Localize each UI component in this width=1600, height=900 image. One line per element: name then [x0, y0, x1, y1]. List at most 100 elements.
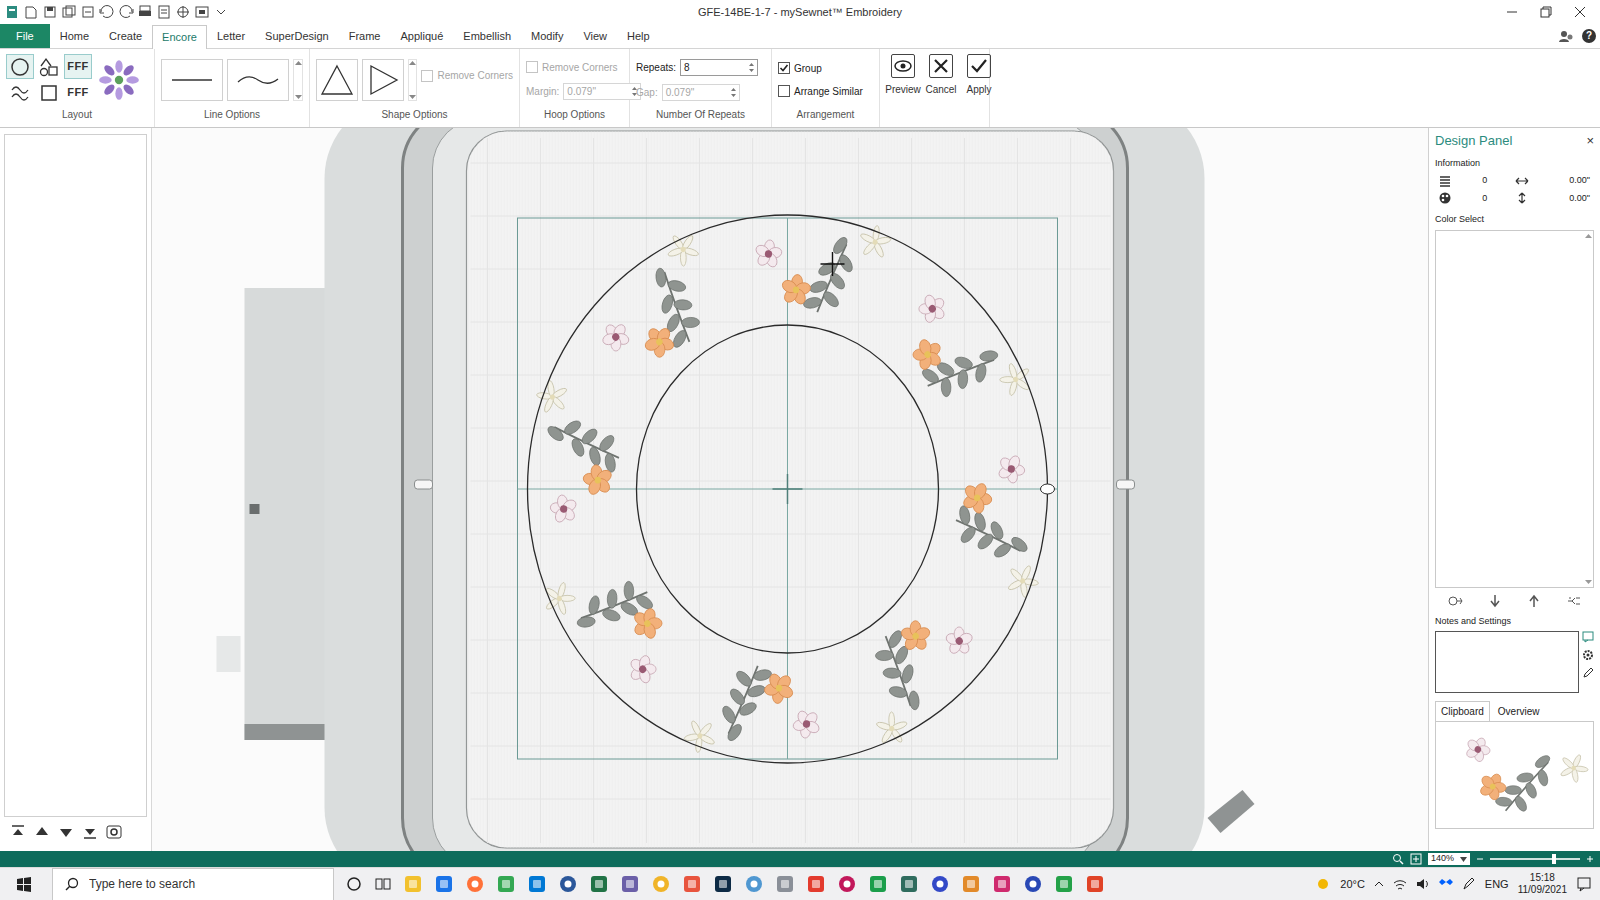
help-button[interactable]: ? — [1582, 29, 1596, 43]
pencil-icon[interactable] — [1582, 667, 1594, 679]
minimize-icon[interactable] — [1506, 6, 1518, 18]
layout-option[interactable] — [35, 80, 63, 105]
network-icon[interactable] — [1393, 877, 1407, 891]
checkbox[interactable] — [778, 62, 790, 74]
app-icon[interactable] — [404, 875, 422, 893]
ribbon-tab[interactable]: Modify — [521, 24, 573, 48]
quick-access-icon[interactable] — [118, 4, 134, 20]
resize-handle[interactable] — [1041, 484, 1055, 494]
app-icon[interactable] — [776, 875, 794, 893]
quick-access-icon[interactable] — [80, 4, 96, 20]
quick-access-icon[interactable] — [61, 4, 77, 20]
outer-circle-guide[interactable] — [528, 215, 1048, 763]
start-button[interactable] — [0, 876, 48, 892]
language-indicator[interactable]: ENG — [1485, 876, 1509, 893]
search-input[interactable] — [87, 874, 307, 894]
pen-icon[interactable] — [1462, 877, 1476, 891]
app-icon[interactable] — [683, 875, 701, 893]
app-icon[interactable] — [900, 875, 918, 893]
quick-access-icon[interactable] — [99, 4, 115, 20]
app-icon[interactable] — [590, 875, 608, 893]
arrange-similar-checkbox[interactable]: Arrange Similar — [778, 84, 863, 99]
repeats-field[interactable]: 8 — [680, 59, 758, 76]
quick-access-icon[interactable] — [175, 4, 191, 20]
move-down-color-icon[interactable] — [1487, 593, 1503, 609]
layout-option[interactable]: FFF — [64, 54, 92, 79]
app-icon[interactable] — [528, 875, 546, 893]
ribbon-tab[interactable]: Encore — [152, 25, 207, 49]
hoop-canvas[interactable] — [152, 128, 1428, 851]
ribbon-tab[interactable]: View — [573, 24, 617, 48]
notes-icon[interactable] — [1582, 631, 1594, 643]
app-icon[interactable] — [1055, 875, 1073, 893]
quick-access-icon[interactable] — [156, 4, 172, 20]
ribbon-tab[interactable]: Appliqué — [390, 24, 453, 48]
clock[interactable]: 15:1811/09/2021 — [1518, 872, 1567, 896]
embroidery-motifs[interactable] — [520, 208, 1055, 769]
app-icon[interactable] — [559, 875, 577, 893]
zoom-fit-icon[interactable] — [1410, 853, 1422, 865]
layout-option[interactable] — [35, 54, 63, 79]
apply-button[interactable]: Apply — [962, 54, 996, 97]
notifications-icon[interactable] — [1576, 876, 1592, 892]
wave-line-option[interactable] — [227, 59, 289, 101]
ribbon-tab[interactable]: Help — [617, 24, 660, 48]
quick-access-icon[interactable] — [194, 4, 210, 20]
app-icon[interactable] — [652, 875, 670, 893]
panel-tab[interactable]: Overview — [1492, 701, 1546, 722]
scroll-up-icon[interactable] — [1585, 233, 1592, 239]
move-to-top-icon[interactable] — [10, 824, 26, 840]
gear-icon[interactable] — [1582, 649, 1594, 661]
app-icon[interactable] — [745, 875, 763, 893]
app-icon[interactable] — [497, 875, 515, 893]
restore-icon[interactable] — [1540, 6, 1552, 18]
move-up-color-icon[interactable] — [1526, 593, 1542, 609]
layout-option[interactable]: FFF — [64, 80, 92, 105]
app-icon[interactable] — [869, 875, 887, 893]
preview-button[interactable]: Preview — [886, 54, 920, 97]
ribbon-tab[interactable]: Embellish — [453, 24, 521, 48]
account-icon[interactable] — [1558, 28, 1574, 44]
quick-access-icon[interactable] — [213, 4, 229, 20]
ribbon-tab[interactable]: Frame — [339, 24, 391, 48]
zoom-in-icon[interactable] — [1586, 855, 1594, 863]
ribbon-tab[interactable]: File — [0, 24, 50, 48]
scroll-up-icon[interactable] — [295, 60, 302, 66]
zoom-select[interactable]: 140% — [1428, 853, 1470, 865]
quick-access-icon[interactable] — [23, 4, 39, 20]
ribbon-tab[interactable]: Create — [99, 24, 152, 48]
canvas[interactable] — [152, 128, 1428, 851]
cancel-button[interactable]: Cancel — [924, 54, 958, 97]
taskbar-search[interactable] — [52, 868, 334, 900]
zoom-out-icon[interactable] — [1476, 855, 1484, 863]
quick-access-icon[interactable] — [137, 4, 153, 20]
cortana-icon[interactable] — [346, 876, 362, 892]
ribbon-tab[interactable]: Home — [50, 24, 99, 48]
app-icon[interactable] — [838, 875, 856, 893]
app-icon[interactable] — [931, 875, 949, 893]
dropbox-tray-icon[interactable] — [1439, 877, 1453, 891]
group-checkbox[interactable]: Group — [778, 61, 863, 76]
inner-circle-guide[interactable] — [637, 325, 939, 653]
app-icon[interactable] — [714, 875, 732, 893]
notes-field[interactable] — [1435, 631, 1579, 693]
app-icon[interactable] — [466, 875, 484, 893]
move-to-bottom-icon[interactable] — [82, 824, 98, 840]
close-icon[interactable] — [1574, 6, 1586, 18]
scroll-down-icon[interactable] — [409, 94, 416, 100]
move-down-icon[interactable] — [58, 824, 74, 840]
quick-access-icon[interactable] — [4, 4, 20, 20]
scroll-down-icon[interactable] — [295, 94, 302, 100]
app-icon[interactable] — [962, 875, 980, 893]
task-view-icon[interactable] — [375, 876, 391, 892]
app-icon[interactable] — [993, 875, 1011, 893]
zoom-slider[interactable] — [1490, 858, 1580, 860]
design-list[interactable] — [4, 134, 147, 817]
ribbon-tab[interactable]: SuperDesign — [255, 24, 339, 48]
close-panel-button[interactable]: × — [1586, 131, 1594, 151]
move-up-icon[interactable] — [34, 824, 50, 840]
app-icon[interactable] — [1024, 875, 1042, 893]
quick-access-icon[interactable] — [42, 4, 58, 20]
volume-icon[interactable] — [1416, 877, 1430, 891]
triangle-option[interactable] — [316, 59, 358, 101]
